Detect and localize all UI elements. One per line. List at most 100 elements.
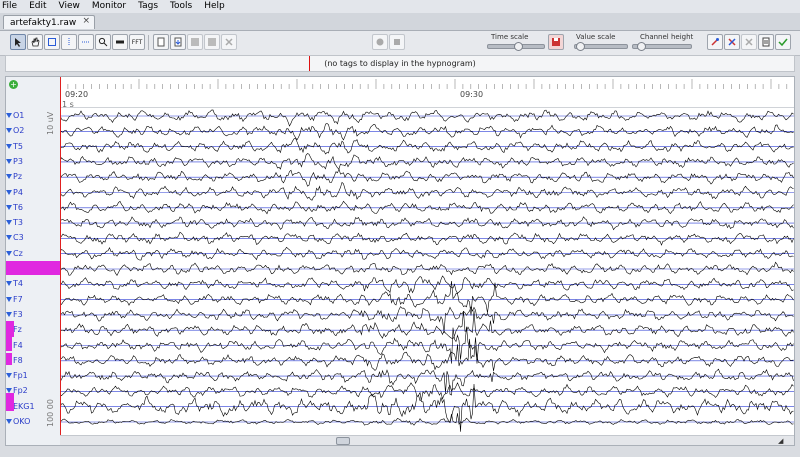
menu-help[interactable]: Help [198, 0, 231, 13]
tab-artefakty1[interactable]: artefakty1.raw × [3, 15, 95, 29]
channel-menu-icon[interactable] [6, 419, 12, 424]
channel-menu-icon[interactable] [6, 235, 12, 241]
channel-menu-icon[interactable] [6, 113, 12, 118]
time-scale-thumb[interactable] [513, 42, 523, 51]
channel-label-pz[interactable]: Pz [6, 171, 22, 183]
channel-menu-icon[interactable] [6, 189, 12, 195]
trace-p3 [59, 153, 794, 170]
channel-label-f3[interactable]: F3 [6, 309, 23, 321]
channel-label-p3[interactable]: P3 [6, 156, 23, 168]
channel-name: Cz [13, 248, 23, 258]
channel-menu-icon[interactable] [6, 220, 12, 226]
import-button[interactable] [170, 34, 186, 50]
trace-p4 [59, 181, 794, 201]
channel-name: T3 [13, 218, 23, 228]
trace-o2 [59, 123, 794, 141]
stop-button[interactable] [389, 34, 405, 50]
channel-menu-icon[interactable] [6, 373, 12, 379]
page-icon [157, 37, 165, 47]
channel-tag-marker[interactable] [6, 393, 14, 411]
remove-button[interactable] [741, 34, 757, 50]
menu-edit[interactable]: Edit [23, 0, 52, 13]
channel-label-f7[interactable]: F7 [6, 294, 23, 306]
channel-menu-icon[interactable] [6, 296, 12, 302]
channel-label-cz[interactable]: Cz [6, 248, 23, 260]
channel-label-o1[interactable]: O1 [6, 110, 24, 122]
record-button[interactable] [372, 34, 388, 50]
add-channel-icon[interactable]: + [9, 80, 18, 89]
save-as-button[interactable] [204, 34, 220, 50]
channel-menu-icon[interactable] [6, 281, 12, 287]
channel-menu-icon[interactable] [6, 204, 12, 210]
channel-height-thumb[interactable] [637, 42, 647, 51]
trace-t5 [59, 137, 794, 155]
channel-name: P4 [13, 187, 23, 197]
channel-menu-icon[interactable] [6, 311, 12, 317]
channel-name: EKG1 [13, 401, 35, 411]
channel-label-t5[interactable]: T5 [6, 141, 23, 153]
horizontal-select-button[interactable] [78, 34, 94, 50]
properties-button[interactable] [758, 34, 774, 50]
channel-name: Fp1 [13, 371, 28, 381]
channel-tag-marker[interactable] [6, 321, 14, 337]
time-label: 09:30 [460, 90, 484, 99]
hand-tool-button[interactable] [27, 34, 43, 50]
fft-label: FFT [131, 38, 143, 46]
channel-label-fp1[interactable]: Fp1 [6, 370, 28, 382]
channel-menu-icon[interactable] [6, 250, 12, 256]
ruler-button[interactable] [112, 34, 128, 50]
trace-oko [59, 413, 794, 426]
channel-tag-marker[interactable] [6, 261, 60, 275]
save-tag-button[interactable] [187, 34, 203, 50]
pointer-icon [15, 38, 21, 47]
channel-tag-marker[interactable] [6, 353, 12, 365]
cross-tools-icon [728, 38, 736, 46]
channel-label-t4[interactable]: T4 [6, 278, 23, 290]
channel-menu-icon[interactable] [6, 128, 12, 134]
channel-menu-icon[interactable] [6, 174, 12, 180]
channel-label-o2[interactable]: O2 [6, 125, 24, 137]
close-tags-button[interactable] [221, 34, 237, 50]
signal-view[interactable]: + O1O2T5P3PzP4T6T3C3CzC4T4F7F3FzF4F8Fp1F… [5, 76, 795, 446]
fft-button[interactable]: FFT [129, 34, 145, 50]
page-button[interactable] [153, 34, 169, 50]
settings-button[interactable] [775, 34, 791, 50]
tab-bar: artefakty1.raw × [0, 13, 800, 31]
toolbar-separator [148, 35, 149, 50]
channel-menu-icon[interactable] [6, 143, 12, 149]
select-tool-button[interactable] [10, 34, 26, 50]
scrollbar-thumb[interactable] [336, 437, 350, 445]
channel-tag-marker[interactable] [6, 337, 12, 351]
close-tab-icon[interactable]: × [82, 16, 90, 26]
tools-button[interactable] [724, 34, 740, 50]
channel-label-oko[interactable]: OKO [6, 416, 30, 428]
save-scale-button[interactable] [548, 34, 564, 50]
channel-label-p4[interactable]: P4 [6, 187, 23, 199]
ruler-icon [116, 40, 124, 44]
menu-tags[interactable]: Tags [132, 0, 164, 13]
menu-view[interactable]: View [53, 0, 86, 13]
hand-icon [31, 37, 40, 47]
horizontal-scrollbar[interactable] [60, 435, 794, 445]
filter-button[interactable] [707, 34, 723, 50]
rectangle-icon [48, 38, 56, 46]
rectangle-select-button[interactable] [44, 34, 60, 50]
channel-select-button[interactable] [61, 34, 77, 50]
menu-tools[interactable]: Tools [164, 0, 198, 13]
channel-menu-icon[interactable] [6, 158, 12, 164]
time-scale-label: Time scale [491, 33, 529, 41]
zoom-button[interactable] [95, 34, 111, 50]
value-scale-thumb[interactable] [576, 42, 586, 51]
channel-label-t3[interactable]: T3 [6, 217, 23, 229]
floppy-icon [552, 38, 560, 46]
channel-label-t6[interactable]: T6 [6, 202, 23, 214]
channel-name: C3 [13, 233, 24, 243]
trace-area[interactable] [59, 107, 794, 438]
channel-label-c3[interactable]: C3 [6, 232, 24, 244]
time-ruler: 1 s 09:20 09:30 [60, 77, 794, 109]
stop-icon [394, 39, 400, 45]
menu-monitor[interactable]: Monitor [86, 0, 132, 13]
resize-icon[interactable]: ◢ [778, 437, 788, 445]
menu-file[interactable]: File [0, 0, 23, 13]
channel-name: T6 [13, 202, 23, 212]
